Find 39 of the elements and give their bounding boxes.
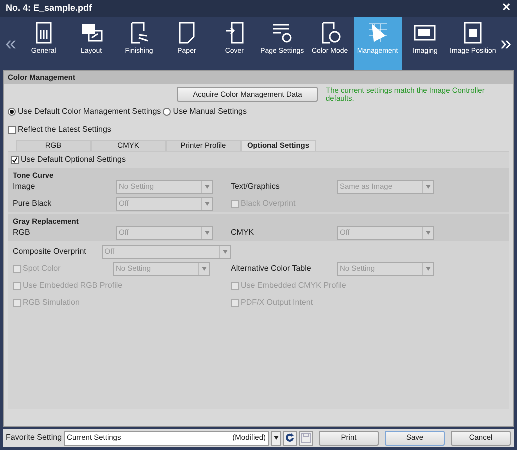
refresh-icon (285, 433, 295, 443)
caret-icon (274, 436, 278, 440)
checkbox[interactable] (8, 126, 16, 134)
radio-label: Use Manual Settings (173, 106, 248, 118)
caret-icon (426, 184, 430, 188)
previous-arrow[interactable]: « (2, 17, 20, 70)
field-label: CMYK (231, 226, 256, 238)
windows-icon (80, 21, 104, 45)
caret-icon (204, 184, 210, 188)
radio-button[interactable] (8, 108, 16, 116)
field-label: Alternative Color Table (231, 262, 312, 274)
caret-icon (204, 202, 210, 206)
caret-icon (426, 230, 430, 234)
checkbox-label: Use Embedded CMYK Profile (241, 280, 346, 292)
field-label: Composite Overprint (13, 246, 88, 258)
field-label: RGB (13, 226, 32, 238)
checkbox[interactable] (11, 156, 19, 164)
field-label: Image (13, 180, 36, 192)
caret-icon (204, 230, 210, 234)
favorite-label: Favorite Setting (6, 432, 62, 444)
checkmark-icon (12, 156, 18, 164)
checkbox-label: PDF/X Output Intent (241, 296, 314, 308)
caret-icon (222, 250, 228, 254)
close-button[interactable]: ✕ (502, 0, 511, 17)
radio-label: Use Default Color Management Settings (18, 106, 162, 118)
field-label: Text/Graphics (231, 180, 281, 192)
checkbox-label: RGB Simulation (23, 296, 80, 308)
checkbox-label: Spot Color (23, 262, 61, 274)
window-title: No. 4: E_sample.pdf (6, 2, 92, 15)
dropdown-button[interactable] (271, 430, 281, 446)
checkbox-label: Use Embedded RGB Profile (23, 280, 123, 292)
next-arrow[interactable]: » (497, 17, 516, 70)
caret-icon (426, 266, 430, 270)
checkbox-label: Use Default Optional Settings (21, 154, 126, 166)
refresh-button[interactable] (283, 430, 297, 446)
radio-button[interactable] (163, 108, 172, 116)
checkbox-label: Reflect the Latest Settings (18, 124, 112, 136)
field-label: Pure Black (13, 198, 53, 210)
caret-icon (202, 266, 206, 270)
